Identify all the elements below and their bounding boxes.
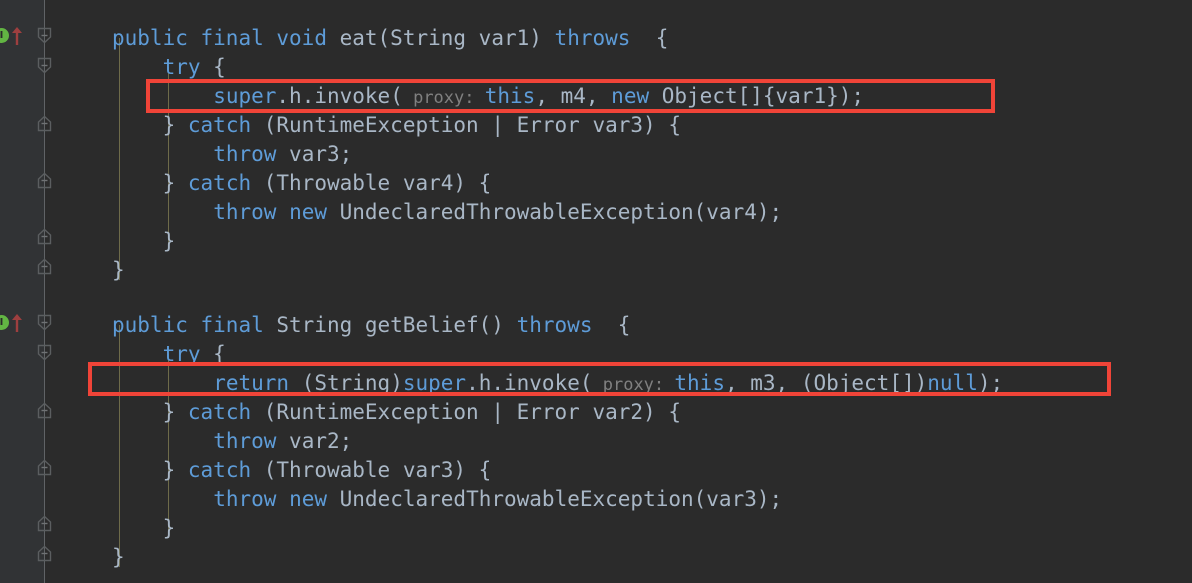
code-token: .h.invoke(: [276, 84, 403, 108]
code-line[interactable]: return (String)super.h.invoke( proxy: th…: [213, 368, 1003, 398]
code-line[interactable]: }: [163, 226, 176, 256]
code-token: (RuntimeException | Error var2) {: [251, 400, 681, 424]
keyword-token: new: [289, 200, 327, 224]
code-line[interactable]: } catch (Throwable var4) {: [163, 168, 492, 198]
keyword-token: catch: [187, 113, 252, 137]
code-token: , m4,: [535, 84, 612, 108]
keyword-token: throw: [213, 487, 277, 511]
code-token: .h.invoke(: [466, 371, 593, 395]
keyword-token: final: [200, 313, 264, 337]
code-token: }: [162, 229, 176, 253]
keyword-token: throw: [213, 142, 277, 166]
keyword-token: super: [402, 371, 467, 395]
code-line[interactable]: try {: [163, 339, 226, 369]
code-token: {: [630, 26, 669, 50]
code-token: }: [162, 171, 188, 195]
code-token: {: [200, 342, 226, 366]
code-line[interactable]: throw var2;: [213, 426, 352, 456]
code-token: UndeclaredThrowableException(var3);: [327, 487, 783, 511]
keyword-token: return: [213, 371, 290, 395]
keyword-token: try: [162, 55, 201, 79]
keyword-token: throw: [213, 429, 277, 453]
code-token: }: [112, 545, 125, 569]
keyword-token: catch: [187, 400, 252, 424]
code-token: var3;: [276, 142, 353, 166]
keyword-token: new: [611, 84, 650, 108]
code-token: (RuntimeException | Error var3) {: [251, 113, 681, 137]
code-line[interactable]: }: [112, 255, 125, 285]
code-token: , m3, (Object[]): [724, 371, 928, 395]
keyword-token: public: [112, 26, 188, 50]
parameter-hint-token: proxy:: [592, 375, 675, 395]
code-line[interactable]: } catch (Throwable var3) {: [163, 455, 492, 485]
code-line[interactable]: throw new UndeclaredThrowableException(v…: [213, 484, 782, 514]
keyword-token: throws: [516, 313, 593, 337]
keyword-token: catch: [187, 458, 252, 482]
code-line[interactable]: throw new UndeclaredThrowableException(v…: [213, 197, 782, 227]
code-line[interactable]: super.h.invoke( proxy: this, m4, new Obj…: [213, 81, 864, 111]
keyword-token: new: [289, 487, 327, 511]
keyword-token: this: [674, 371, 725, 395]
code-content[interactable]: public final void eat(String var1) throw…: [0, 0, 1192, 583]
code-token: (Throwable var4) {: [251, 171, 492, 195]
keyword-token: try: [162, 342, 201, 366]
code-token: }: [162, 516, 176, 540]
code-token: var2;: [276, 429, 353, 453]
code-token: UndeclaredThrowableException(var4);: [327, 200, 783, 224]
keyword-token: final: [200, 26, 264, 50]
code-token: eat(String var1): [326, 26, 555, 50]
code-token: (Throwable var3) {: [251, 458, 492, 482]
keyword-token: catch: [187, 171, 252, 195]
keyword-token: null: [927, 371, 978, 395]
code-line[interactable]: try {: [163, 52, 226, 82]
keyword-token: this: [484, 84, 536, 108]
code-token: String getBelief(): [263, 313, 517, 337]
parameter-hint-token: proxy:: [402, 88, 485, 108]
code-token: Object[]{var1});: [649, 84, 865, 108]
code-token: );: [977, 371, 1004, 395]
code-token: }: [162, 113, 188, 137]
code-line[interactable]: public final void eat(String var1) throw…: [112, 23, 668, 53]
code-token: }: [162, 400, 188, 424]
code-line[interactable]: } catch (RuntimeException | Error var2) …: [163, 397, 681, 427]
code-token: {: [592, 313, 631, 337]
code-line[interactable]: throw var3;: [213, 139, 352, 169]
code-line[interactable]: }: [163, 513, 176, 543]
code-token: (String): [289, 371, 403, 395]
code-editor[interactable]: II public final void eat(String var1) th…: [0, 0, 1192, 583]
code-line[interactable]: }: [112, 542, 125, 572]
keyword-token: super: [213, 84, 277, 108]
keyword-token: throws: [554, 26, 631, 50]
code-line[interactable]: public final String getBelief() throws {: [112, 310, 630, 340]
code-token: }: [162, 458, 188, 482]
code-token: {: [200, 55, 226, 79]
keyword-token: throw: [213, 200, 277, 224]
code-token: }: [112, 258, 125, 282]
keyword-token: public: [112, 313, 188, 337]
code-line[interactable]: } catch (RuntimeException | Error var3) …: [163, 110, 681, 140]
keyword-token: void: [276, 26, 327, 50]
